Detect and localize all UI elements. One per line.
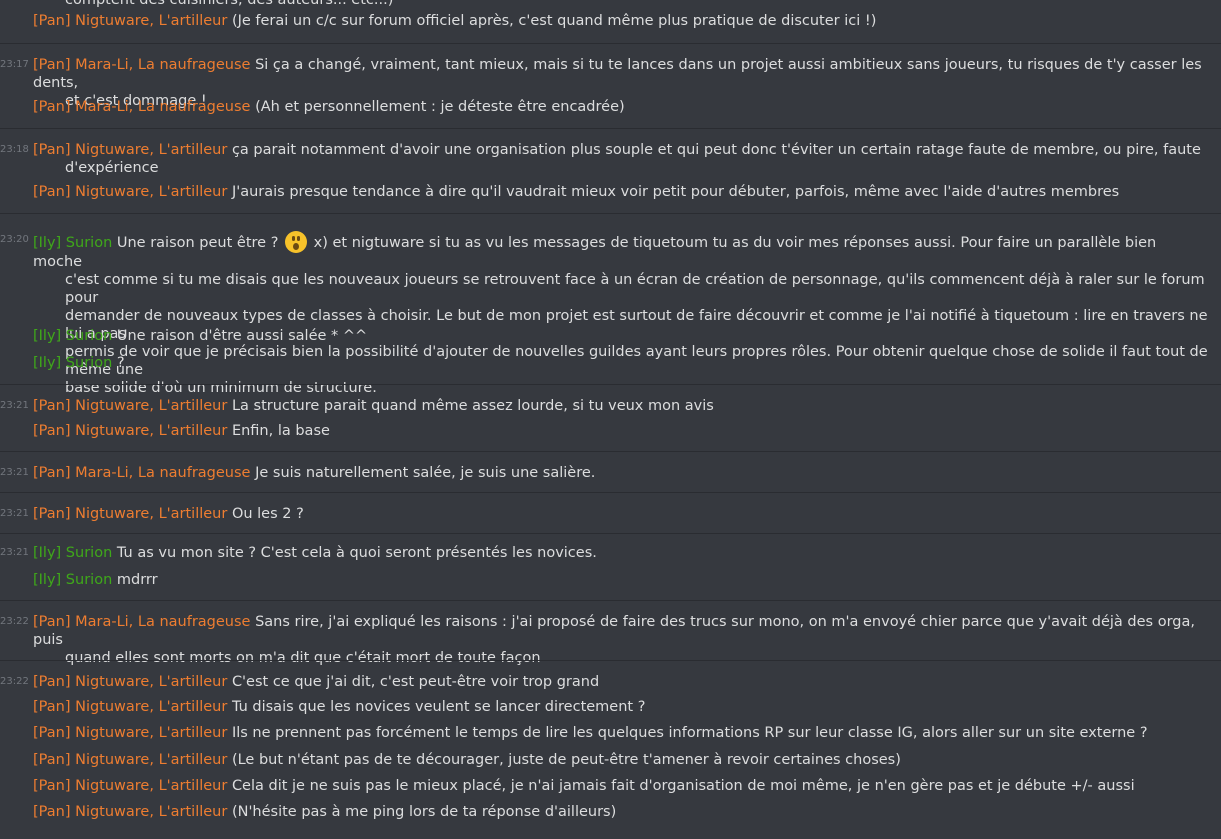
message-line: [Pan] Nigtuware, L'artilleur Cela dit je… (33, 777, 1208, 795)
author-name[interactable]: [Ily] Surion (33, 572, 112, 588)
message-line: [Pan] Nigtuware, L'artilleur Tu disais q… (33, 698, 1208, 716)
author-name[interactable]: [Ily] Surion (33, 355, 112, 371)
author-name[interactable]: [Pan] Mara-Li, La naufrageuse (33, 57, 250, 73)
message-line: [Ily] Surion Une raison peut être ? x) e… (33, 231, 1208, 397)
author-name[interactable]: [Pan] Nigtuware, L'artilleur (33, 506, 227, 522)
message-text: J'aurais presque tendance à dire qu'il v… (231, 184, 1120, 200)
author-name[interactable]: [Ily] Surion (33, 328, 112, 344)
message-group: 23:17 [Pan] Mara-Li, La naufrageuse Si ça… (0, 43, 1221, 129)
author-name[interactable]: [Pan] Nigtuware, L'artilleur (33, 423, 227, 439)
message-text: Enfin, la base (231, 423, 330, 439)
message-group: 23:20 [Ily] Surion Une raison peut être ?… (0, 213, 1221, 396)
message-line: [Ily] Surion ? (33, 354, 1208, 372)
message-line: [Pan] Nigtuware, L'artilleur Ils ne pren… (33, 724, 1208, 742)
message-group: 23:21 [Pan] Nigtuware, L'artilleur Ou les… (0, 492, 1221, 534)
timestamp: 23:22 (0, 616, 29, 627)
message-line: [Pan] Mara-Li, La naufrageuse Sans rire,… (33, 613, 1208, 667)
message-line: [Pan] Nigtuware, L'artilleur Ou les 2 ? (33, 505, 1208, 523)
author-name[interactable]: [Pan] Mara-Li, La naufrageuse (33, 614, 250, 630)
message-text: (Ah et personnellement : je déteste être… (255, 99, 625, 115)
message-group: 23:22 [Pan] Mara-Li, La naufrageuse Sans … (0, 600, 1221, 666)
author-name[interactable]: [Ily] Surion (33, 235, 112, 251)
message-line: [Pan] Nigtuware, L'artilleur Enfin, la b… (33, 422, 1208, 440)
message-text: Ils ne prennent pas forcément le temps d… (231, 725, 1148, 741)
message-line: [Ily] Surion mdrrr (33, 571, 1208, 589)
timestamp: 23:20 (0, 234, 29, 245)
message-continuation: d'expérience (65, 160, 159, 176)
message-line: [Pan] Mara-Li, La naufrageuse (Ah et per… (33, 98, 1208, 116)
message-group: [Pan] Nigtuware, L'artilleur (Je ferai u… (0, 0, 1221, 43)
message-line: [Ily] Surion Tu as vu mon site ? C'est c… (33, 544, 1208, 562)
message-group: 23:18 [Pan] Nigtuware, L'artilleur ça par… (0, 128, 1221, 214)
message-text: Une raison d'être aussi salée * ^^ (116, 328, 368, 344)
author-name[interactable]: [Ily] Surion (33, 545, 112, 561)
timestamp: 23:21 (0, 508, 29, 519)
author-name[interactable]: [Pan] Nigtuware, L'artilleur (33, 674, 227, 690)
timestamp: 23:22 (0, 676, 29, 687)
message-line: [Pan] Nigtuware, L'artilleur C'est ce qu… (33, 673, 1208, 691)
author-name[interactable]: [Pan] Nigtuware, L'artilleur (33, 778, 227, 794)
author-name[interactable]: [Pan] Nigtuware, L'artilleur (33, 804, 227, 820)
hushed-face-emoji (285, 231, 308, 253)
message-group: 23:21 [Pan] Mara-Li, La naufrageuse Je su… (0, 451, 1221, 493)
message-text: La structure parait quand même assez lou… (231, 398, 714, 414)
author-name[interactable]: [Pan] Nigtuware, L'artilleur (33, 725, 227, 741)
message-line: [Pan] Nigtuware, L'artilleur (Le but n'é… (33, 751, 1208, 769)
author-name[interactable]: [Pan] Mara-Li, La naufrageuse (33, 465, 250, 481)
message-line: [Ily] Surion Une raison d'être aussi sal… (33, 327, 1208, 345)
message-line: [Pan] Nigtuware, L'artilleur ça parait n… (33, 141, 1208, 177)
author-name[interactable]: [Pan] Nigtuware, L'artilleur (33, 752, 227, 768)
message-group: 23:21 [Pan] Nigtuware, L'artilleur La str… (0, 384, 1221, 452)
message-line: [Pan] Nigtuware, L'artilleur (Je ferai u… (33, 12, 1208, 30)
message-text: Ou les 2 ? (231, 506, 304, 522)
timestamp: 23:21 (0, 467, 29, 478)
message-text: Une raison peut être ? (116, 235, 279, 251)
message-line: [Pan] Nigtuware, L'artilleur (N'hésite p… (33, 803, 1208, 821)
message-line: [Pan] Nigtuware, L'artilleur La structur… (33, 397, 1208, 415)
message-text: Cela dit je ne suis pas le mieux placé, … (231, 778, 1135, 794)
author-name[interactable]: [Pan] Nigtuware, L'artilleur (33, 13, 227, 29)
message-text: C'est ce que j'ai dit, c'est peut-être v… (231, 674, 600, 690)
message-text: (Je ferai un c/c sur forum officiel aprè… (231, 13, 877, 29)
author-name[interactable]: [Pan] Nigtuware, L'artilleur (33, 398, 227, 414)
message-group: 23:21 [Ily] Surion Tu as vu mon site ? C'… (0, 533, 1221, 601)
message-text: ? (116, 355, 125, 371)
message-line: [Pan] Mara-Li, La naufrageuse Je suis na… (33, 464, 1208, 482)
message-text: (Le but n'étant pas de te décourager, ju… (231, 752, 901, 768)
message-text: Je suis naturellement salée, je suis une… (255, 465, 596, 481)
author-name[interactable]: [Pan] Nigtuware, L'artilleur (33, 142, 227, 158)
author-name[interactable]: [Pan] Nigtuware, L'artilleur (33, 699, 227, 715)
message-text: Tu as vu mon site ? C'est cela à quoi se… (116, 545, 597, 561)
message-text: ça parait notamment d'avoir une organisa… (231, 142, 1201, 158)
message-text: mdrrr (116, 572, 158, 588)
message-line: [Pan] Nigtuware, L'artilleur J'aurais pr… (33, 183, 1208, 201)
message-continuation: c'est comme si tu me disais que les nouv… (65, 272, 1205, 306)
timestamp: 23:17 (0, 59, 29, 70)
message-group: 23:22 [Pan] Nigtuware, L'artilleur C'est … (0, 660, 1221, 839)
message-text: (N'hésite pas à me ping lors de ta répon… (231, 804, 617, 820)
timestamp: 23:18 (0, 144, 29, 155)
author-name[interactable]: [Pan] Nigtuware, L'artilleur (33, 184, 227, 200)
message-text: Tu disais que les novices veulent se lan… (231, 699, 646, 715)
author-name[interactable]: [Pan] Mara-Li, La naufrageuse (33, 99, 250, 115)
timestamp: 23:21 (0, 400, 29, 411)
timestamp: 23:21 (0, 547, 29, 558)
